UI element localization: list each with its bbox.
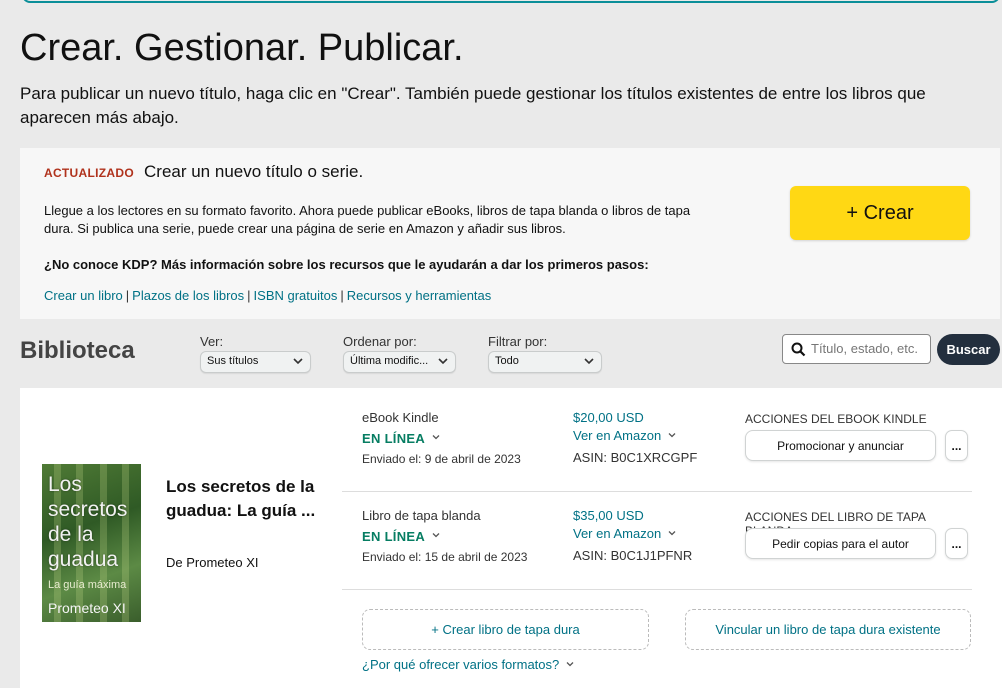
format-row-paperback: Libro de tapa blanda EN LÍNEA Enviado el…	[342, 502, 972, 590]
submitted-date: Enviado el: 9 de abril de 2023	[362, 452, 521, 466]
filter-view: Ver: Sus títulos	[200, 334, 311, 373]
promote-advertise-button[interactable]: Promocionar y anunciar	[745, 430, 936, 461]
filter-sort: Ordenar por: Última modific...	[343, 334, 456, 373]
submitted-date: Enviado el: 15 de abril de 2023	[362, 550, 528, 564]
asin: ASIN: B0C1XRCGPF	[573, 450, 698, 465]
view-on-amazon-label: Ver en Amazon	[573, 526, 662, 541]
link-resources-tools[interactable]: Recursos y herramientas	[347, 288, 492, 303]
cover-subtitle: La guía máxima	[48, 579, 127, 591]
filter-filter: Filtrar por: Todo	[488, 334, 602, 373]
create-panel-title: Crear un nuevo título o serie.	[144, 162, 364, 181]
view-select[interactable]: Sus títulos	[200, 351, 311, 373]
chevron-down-icon	[668, 531, 676, 536]
view-on-amazon-link[interactable]: Ver en Amazon	[573, 526, 677, 541]
create-panel-description: Llegue a los lectores en su formato favo…	[44, 203, 691, 236]
status-text: EN LÍNEA	[362, 529, 426, 544]
filter-sort-label: Ordenar por:	[343, 334, 417, 349]
chevron-down-icon	[668, 433, 676, 438]
cover-title: Los secretos de la guadua	[48, 473, 128, 571]
create-panel: ACTUALIZADO Crear un nuevo título o seri…	[20, 148, 1000, 319]
why-multiple-formats-link[interactable]: ¿Por qué ofrecer varios formatos?	[362, 657, 575, 672]
link-separator: |	[125, 288, 130, 303]
price: $35,00 USD	[573, 508, 644, 523]
create-panel-question: ¿No conoce KDP? Más información sobre lo…	[44, 257, 649, 272]
status-badge[interactable]: EN LÍNEA	[362, 529, 441, 544]
sort-select-value: Última modific...	[350, 355, 429, 367]
link-free-isbn[interactable]: ISBN gratuitos	[254, 288, 338, 303]
actions-label: ACCIONES DEL EBOOK KINDLE	[745, 412, 927, 426]
create-hardcover-button[interactable]: + Crear libro de tapa dura	[362, 609, 649, 650]
link-hardcover-button[interactable]: Vincular un libro de tapa dura existente	[685, 609, 971, 650]
link-book-timelines[interactable]: Plazos de los libros	[132, 288, 244, 303]
book-card: Los secretos de la guadua La guía máxima…	[20, 388, 1002, 688]
status-text: EN LÍNEA	[362, 431, 426, 446]
chevron-down-icon	[584, 358, 594, 365]
search-box	[782, 334, 931, 364]
book-title[interactable]: Los secretos de la guadua: La guía ...	[166, 475, 326, 523]
sort-select[interactable]: Última modific...	[343, 351, 456, 373]
chevron-down-icon	[438, 358, 448, 365]
updated-badge: ACTUALIZADO	[44, 166, 134, 180]
filter-select[interactable]: Todo	[488, 351, 602, 373]
format-row-ebook: eBook Kindle EN LÍNEA Enviado el: 9 de a…	[342, 404, 972, 492]
chevron-down-icon	[432, 435, 440, 440]
top-accent-border	[22, 0, 1000, 3]
asin: ASIN: B0C1J1PFNR	[573, 548, 693, 563]
page-intro: Para publicar un nuevo título, haga clic…	[20, 84, 926, 127]
chevron-down-icon	[432, 533, 440, 538]
search-icon	[791, 342, 806, 357]
link-separator: |	[247, 288, 251, 303]
filter-select-value: Todo	[495, 355, 519, 367]
book-cover[interactable]: Los secretos de la guadua La guía máxima…	[42, 464, 141, 622]
link-create-book[interactable]: Crear un libro	[44, 288, 123, 303]
book-author: De Prometeo XI	[166, 555, 259, 570]
search-button[interactable]: Buscar	[937, 334, 1000, 365]
order-author-copies-button[interactable]: Pedir copias para el autor	[745, 528, 936, 559]
chevron-down-icon	[293, 358, 303, 365]
view-select-value: Sus títulos	[207, 355, 259, 367]
link-separator: |	[340, 288, 344, 303]
filter-filter-label: Filtrar por:	[488, 334, 548, 349]
resource-links: Crear un libro | Plazos de los libros | ISBN…	[44, 288, 491, 303]
page-title: Crear. Gestionar. Publicar.	[20, 27, 464, 69]
more-actions-button[interactable]: ...	[945, 528, 968, 559]
search-input[interactable]	[811, 341, 926, 356]
filter-view-label: Ver:	[200, 334, 224, 349]
status-badge[interactable]: EN LÍNEA	[362, 431, 441, 446]
view-on-amazon-label: Ver en Amazon	[573, 428, 662, 443]
more-actions-button[interactable]: ...	[945, 430, 968, 461]
view-on-amazon-link[interactable]: Ver en Amazon	[573, 428, 677, 443]
cover-author: Prometeo XI	[48, 600, 126, 616]
chevron-down-icon	[566, 662, 574, 667]
library-title: Biblioteca	[20, 337, 135, 364]
price: $20,00 USD	[573, 410, 644, 425]
format-name: Libro de tapa blanda	[362, 508, 481, 523]
format-name: eBook Kindle	[362, 410, 439, 425]
create-button[interactable]: + Crear	[790, 186, 970, 240]
why-multiple-formats-label: ¿Por qué ofrecer varios formatos?	[362, 657, 560, 672]
